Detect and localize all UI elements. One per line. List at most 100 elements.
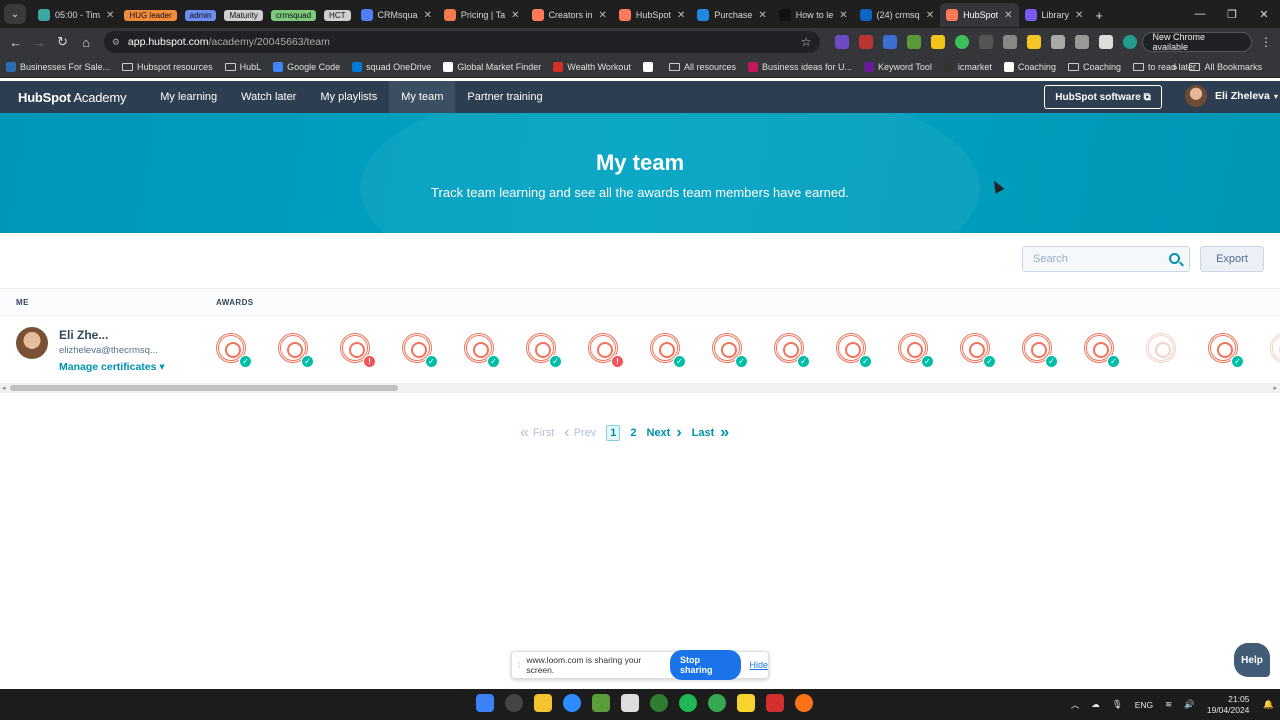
- award-badge-icon[interactable]: ✓: [836, 333, 872, 368]
- browser-tab[interactable]: Pricing | Ta ✕: [438, 3, 526, 27]
- award-badge-icon[interactable]: ✓: [464, 333, 500, 368]
- close-tab-icon[interactable]: ✕: [1004, 10, 1012, 21]
- award-badge-icon[interactable]: ✓: [278, 333, 314, 368]
- chrome-icon[interactable]: [707, 694, 726, 712]
- extension-icon[interactable]: [1026, 35, 1041, 49]
- bookmark-item[interactable]: All resources: [668, 62, 736, 72]
- award-badge-icon[interactable]: ✓: [526, 333, 562, 368]
- more-bookmarks-icon[interactable]: »: [1172, 62, 1177, 72]
- nav-item[interactable]: Watch later: [229, 81, 308, 113]
- start-icon[interactable]: [475, 694, 494, 712]
- app-icon[interactable]: [591, 694, 610, 712]
- award-badge-icon[interactable]: ✓: [774, 333, 810, 368]
- bookmark-item[interactable]: Wealth Workout: [553, 61, 631, 72]
- bookmark-item[interactable]: Keyword Tool: [864, 61, 932, 72]
- app-icon[interactable]: [765, 694, 784, 712]
- new-chrome-available-button[interactable]: New Chrome available: [1141, 32, 1252, 52]
- browser-tab[interactable]: How to le ✕: [773, 3, 854, 27]
- app-icon[interactable]: [620, 694, 639, 712]
- extension-icon[interactable]: [906, 35, 921, 49]
- browser-tab[interactable]: Creators in ✕: [526, 3, 613, 27]
- nav-item[interactable]: My team: [389, 81, 456, 113]
- spotify-icon[interactable]: [678, 694, 697, 712]
- close-tab-icon[interactable]: ✕: [511, 10, 519, 21]
- reload-icon[interactable]: ↻: [51, 34, 74, 50]
- hubspot-academy-logo[interactable]: HubSpot Academy: [18, 90, 126, 105]
- award-badge-icon[interactable]: ✓: [216, 333, 252, 368]
- award-badge-icon[interactable]: ✓: [960, 333, 996, 368]
- browser-tab[interactable]: (24) crmsq ✕: [854, 3, 940, 27]
- app-icon[interactable]: [504, 694, 523, 712]
- language-indicator[interactable]: ENG: [1135, 700, 1153, 710]
- extension-icon[interactable]: [882, 35, 897, 49]
- nav-item[interactable]: Partner training: [455, 81, 554, 113]
- app-icon[interactable]: [649, 694, 668, 712]
- tab-group-label[interactable]: crmsquad: [270, 9, 317, 21]
- bookmark-item[interactable]: Coaching: [1067, 62, 1121, 72]
- tab-search-button[interactable]: ⌄: [4, 4, 26, 24]
- award-badge-icon[interactable]: ✓: [898, 333, 934, 368]
- address-bar[interactable]: ⚙ app.hubspot.com/academy/20045663/team …: [103, 31, 820, 53]
- extension-icon[interactable]: [1002, 35, 1017, 49]
- zoom-icon[interactable]: [562, 694, 581, 712]
- file-explorer-icon[interactable]: [533, 694, 552, 712]
- extension-icon[interactable]: [978, 35, 993, 49]
- restore-icon[interactable]: ❐: [1216, 8, 1248, 21]
- sync-icon[interactable]: [1074, 35, 1089, 49]
- award-badge-icon[interactable]: ✓: [402, 333, 438, 368]
- prev-page-button[interactable]: ‹ Prev: [564, 424, 596, 442]
- award-badge-icon[interactable]: ✓: [650, 333, 686, 368]
- browser-tab[interactable]: Maturity: [220, 3, 266, 27]
- next-page-button[interactable]: Next ›: [647, 424, 682, 442]
- bookmark-star-icon[interactable]: ☆: [801, 35, 812, 49]
- bookmark-item[interactable]: Hubspot resources: [122, 62, 213, 72]
- new-tab-button[interactable]: +: [1089, 3, 1109, 27]
- last-page-button[interactable]: Last »: [692, 424, 730, 442]
- site-info-icon[interactable]: ⚙: [112, 37, 120, 48]
- tab-group-label[interactable]: Maturity: [224, 9, 263, 21]
- side-panel-icon[interactable]: [1098, 35, 1113, 49]
- close-tab-icon[interactable]: ✕: [599, 10, 607, 21]
- help-button[interactable]: Help: [1234, 643, 1270, 677]
- browser-tab[interactable]: crmsquad: [267, 3, 320, 27]
- browser-tab[interactable]: HubSpot ✕: [940, 3, 1019, 27]
- stop-sharing-button[interactable]: Stop sharing: [670, 650, 742, 680]
- close-tab-icon[interactable]: ✕: [926, 10, 934, 21]
- back-arrow-icon[interactable]: ←: [4, 35, 27, 50]
- award-badge-icon[interactable]: [1270, 333, 1280, 363]
- extension-icon[interactable]: [930, 35, 945, 49]
- tab-group-label[interactable]: HUG leader: [124, 9, 177, 21]
- hubspot-software-button[interactable]: HubSpot software ⧉: [1044, 85, 1162, 109]
- tab-group-label[interactable]: HCT: [324, 9, 351, 21]
- award-badge-icon[interactable]: !: [588, 333, 624, 368]
- browser-tab[interactable]: admin: [181, 3, 221, 27]
- app-icon[interactable]: [736, 694, 755, 712]
- app-icon[interactable]: [794, 694, 813, 712]
- extension-icon[interactable]: [834, 35, 849, 49]
- award-badge-icon[interactable]: ✓: [1022, 333, 1058, 368]
- close-tab-icon[interactable]: ✕: [106, 10, 114, 21]
- hide-link[interactable]: Hide: [749, 660, 768, 670]
- scroll-right-icon[interactable]: ▸: [1273, 384, 1277, 392]
- close-tab-icon[interactable]: ✕: [677, 10, 685, 21]
- page-1-button[interactable]: 1: [606, 425, 621, 441]
- mic-icon[interactable]: 🎙: [1112, 699, 1123, 710]
- bookmark-item[interactable]: Google Code: [273, 61, 340, 72]
- award-badge-icon[interactable]: ✓: [1208, 333, 1244, 368]
- browser-tab[interactable]: Library ✕: [1019, 3, 1090, 27]
- bookmark-item[interactable]: icmarket: [943, 61, 992, 72]
- forward-arrow-icon[interactable]: →: [27, 35, 50, 50]
- volume-icon[interactable]: 🔊: [1184, 699, 1195, 710]
- cloud-icon[interactable]: ☁: [1091, 699, 1100, 710]
- minimize-icon[interactable]: —: [1184, 8, 1216, 21]
- search-input[interactable]: Search: [1022, 246, 1190, 272]
- profile-icon[interactable]: [1122, 35, 1137, 49]
- all-bookmarks-folder[interactable]: All Bookmarks: [1189, 62, 1262, 72]
- home-icon[interactable]: ⌂: [74, 35, 97, 50]
- close-tab-icon[interactable]: ✕: [424, 10, 432, 21]
- chevron-up-icon[interactable]: ︿: [1071, 699, 1080, 711]
- bookmark-item[interactable]: [642, 61, 657, 72]
- tab-group-label[interactable]: admin: [184, 9, 217, 21]
- browser-tab[interactable]: Purchase ✕: [691, 3, 772, 27]
- close-tab-icon[interactable]: ✕: [758, 10, 766, 21]
